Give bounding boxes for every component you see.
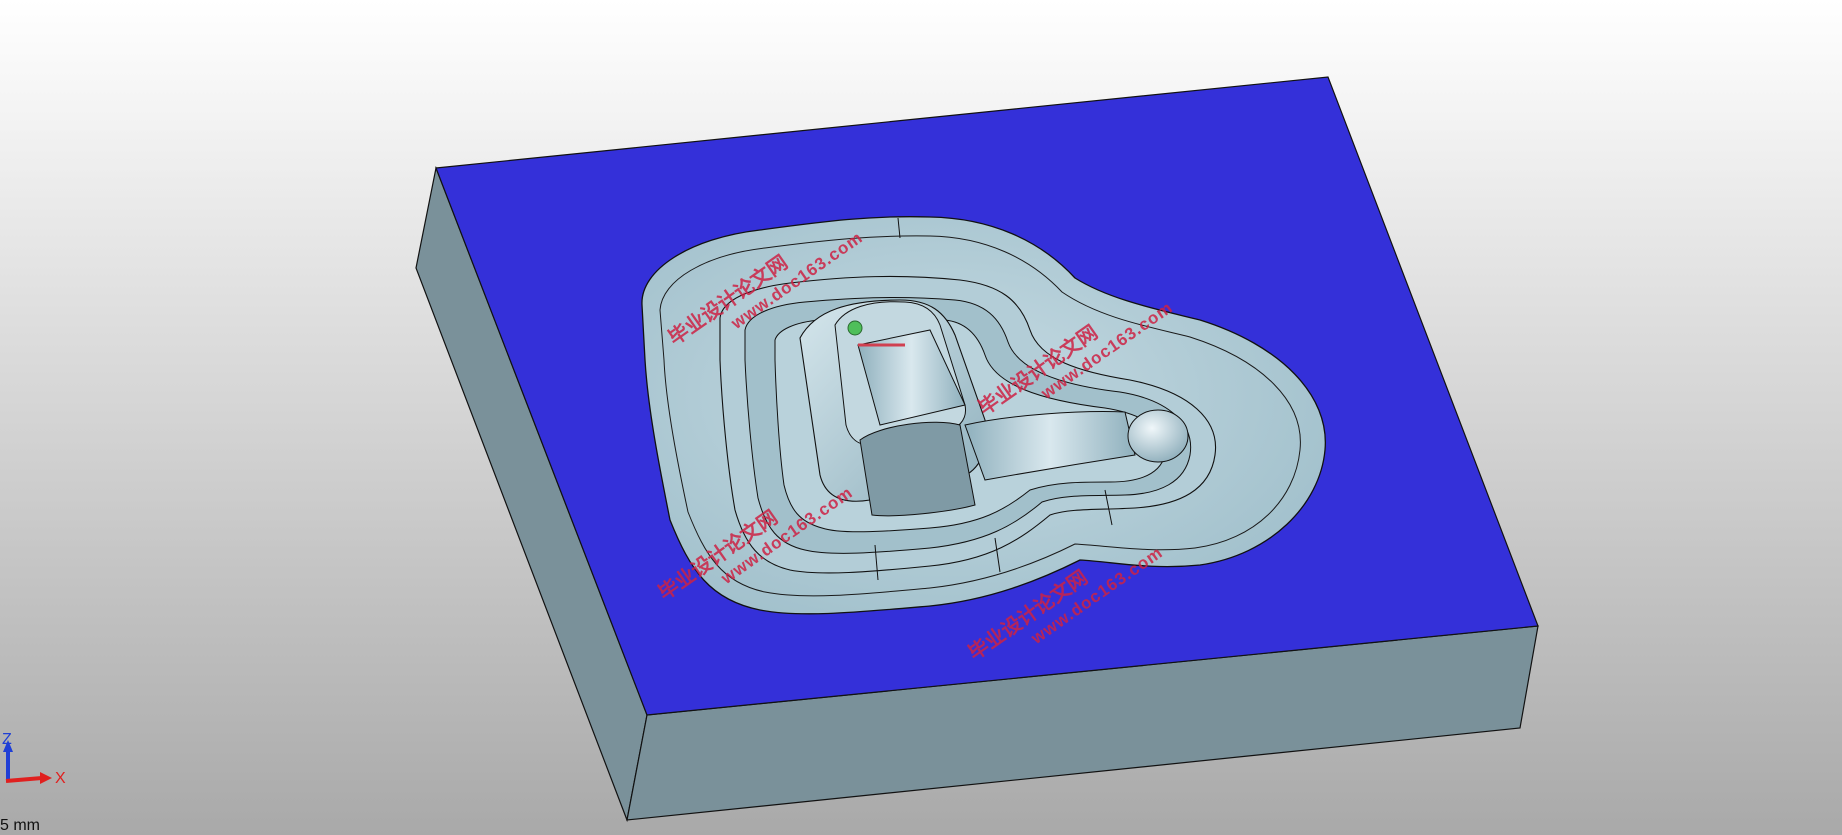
boss-front-pocket xyxy=(859,421,976,517)
scale-label: 5 mm xyxy=(0,817,40,834)
x-axis-label: X xyxy=(55,770,66,787)
origin-marker-icon xyxy=(847,320,863,336)
3d-viewport[interactable]: 毕业设计论文网 www.doc163.com 毕业设计论文网 www.doc16… xyxy=(0,0,1842,835)
z-axis-label: Z xyxy=(2,731,12,748)
boss-ball xyxy=(1127,409,1189,463)
